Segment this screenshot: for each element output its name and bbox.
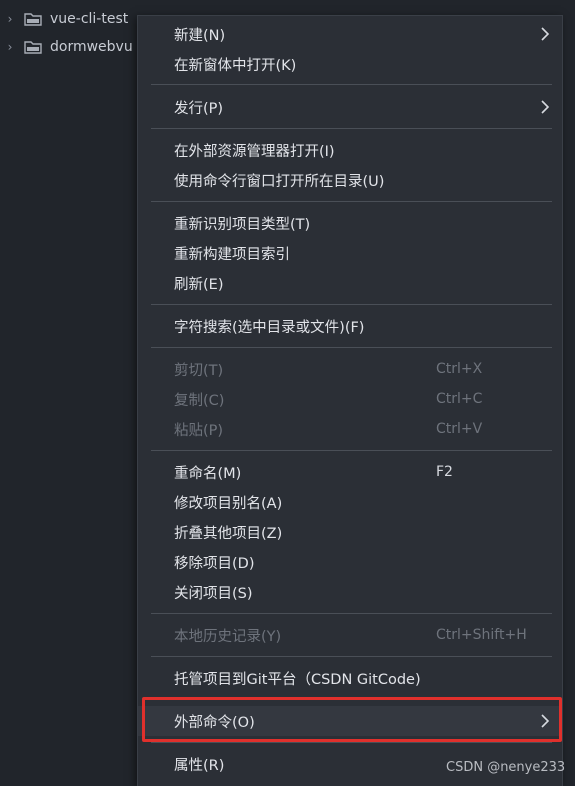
menu-item-label: 使用命令行窗口打开所在目录(U) xyxy=(174,173,385,190)
menu-item-rename[interactable]: 重命名(M) F2 xyxy=(138,457,562,487)
chevron-right-icon[interactable]: › xyxy=(0,12,20,26)
menu-item-label: 折叠其他项目(Z) xyxy=(174,525,283,542)
menu-item-open-in-new-window[interactable]: 在新窗体中打开(K) xyxy=(138,49,562,79)
menu-item-open-in-explorer[interactable]: 在外部资源管理器打开(I) xyxy=(138,135,562,165)
menu-item-shortcut: F2 xyxy=(436,464,453,480)
menu-item-label: 重命名(M) xyxy=(174,465,242,482)
menu-item-label: 粘贴(P) xyxy=(174,422,224,439)
tree-item-dormwebvu[interactable]: › dormwebvu xyxy=(0,32,133,62)
folder-icon xyxy=(24,12,42,26)
menu-item-rebuild-index[interactable]: 重新构建项目索引 xyxy=(138,238,562,268)
menu-separator xyxy=(151,347,552,348)
menu-item-refresh[interactable]: 刷新(E) xyxy=(138,268,562,298)
context-menu: 新建(N) 在新窗体中打开(K) 发行(P) 在外部资源管理器打开(I) 使用命… xyxy=(137,15,563,786)
menu-item-label: 移除项目(D) xyxy=(174,555,255,572)
menu-item-label: 刷新(E) xyxy=(174,276,224,293)
menu-separator xyxy=(151,613,552,614)
chevron-right-icon xyxy=(541,27,550,41)
menu-item-label: 发行(P) xyxy=(174,100,224,117)
menu-item-shortcut: Ctrl+Shift+H xyxy=(436,627,527,643)
menu-item-publish[interactable]: 发行(P) xyxy=(138,92,562,122)
menu-item-local-history: 本地历史记录(Y) Ctrl+Shift+H xyxy=(138,620,562,650)
menu-item-text-search[interactable]: 字符搜索(选中目录或文件)(F) xyxy=(138,311,562,341)
menu-separator xyxy=(151,128,552,129)
tree-item-label: vue-cli-test xyxy=(50,11,129,27)
menu-item-label: 字符搜索(选中目录或文件)(F) xyxy=(174,319,365,336)
menu-item-copy: 复制(C) Ctrl+C xyxy=(138,384,562,414)
menu-item-redetect-project-type[interactable]: 重新识别项目类型(T) xyxy=(138,208,562,238)
menu-item-label: 属性(R) xyxy=(174,757,225,774)
menu-item-label: 本地历史记录(Y) xyxy=(174,628,282,645)
menu-item-label: 重新识别项目类型(T) xyxy=(174,216,311,233)
menu-item-edit-alias[interactable]: 修改项目别名(A) xyxy=(138,487,562,517)
menu-item-label: 修改项目别名(A) xyxy=(174,495,283,512)
menu-item-label: 在新窗体中打开(K) xyxy=(174,57,297,74)
menu-item-host-on-git[interactable]: 托管项目到Git平台（CSDN GitCode) xyxy=(138,663,562,693)
menu-separator xyxy=(151,742,552,743)
menu-item-label: 重新构建项目索引 xyxy=(174,246,290,263)
folder-icon xyxy=(24,40,42,54)
menu-item-label: 剪切(T) xyxy=(174,362,224,379)
menu-item-collapse-others[interactable]: 折叠其他项目(Z) xyxy=(138,517,562,547)
menu-separator xyxy=(151,656,552,657)
menu-separator xyxy=(151,450,552,451)
menu-item-cut: 剪切(T) Ctrl+X xyxy=(138,354,562,384)
project-explorer: › vue-cli-test › dormwebvu xyxy=(0,0,160,786)
menu-separator xyxy=(151,201,552,202)
highlight-annotation-box xyxy=(142,697,562,742)
menu-item-shortcut: Ctrl+V xyxy=(436,421,483,437)
watermark: CSDN @nenye233 xyxy=(446,760,566,775)
tree-item-label: dormwebvu xyxy=(50,39,133,55)
menu-item-label: 在外部资源管理器打开(I) xyxy=(174,143,335,160)
menu-item-close-project[interactable]: 关闭项目(S) xyxy=(138,577,562,607)
menu-item-shortcut: Ctrl+X xyxy=(436,361,483,377)
chevron-right-icon[interactable]: › xyxy=(0,40,20,54)
menu-item-new[interactable]: 新建(N) xyxy=(138,19,562,49)
menu-separator xyxy=(151,84,552,85)
tree-item-vue-cli-test[interactable]: › vue-cli-test xyxy=(0,4,129,34)
menu-separator xyxy=(151,304,552,305)
menu-item-remove-project[interactable]: 移除项目(D) xyxy=(138,547,562,577)
menu-item-paste: 粘贴(P) Ctrl+V xyxy=(138,414,562,444)
menu-item-shortcut: Ctrl+C xyxy=(436,391,483,407)
menu-item-label: 复制(C) xyxy=(174,392,225,409)
menu-item-label: 关闭项目(S) xyxy=(174,585,253,602)
chevron-right-icon xyxy=(541,100,550,114)
menu-item-label: 托管项目到Git平台（CSDN GitCode) xyxy=(174,671,421,688)
menu-item-label: 新建(N) xyxy=(174,27,226,44)
menu-item-open-in-terminal[interactable]: 使用命令行窗口打开所在目录(U) xyxy=(138,165,562,195)
